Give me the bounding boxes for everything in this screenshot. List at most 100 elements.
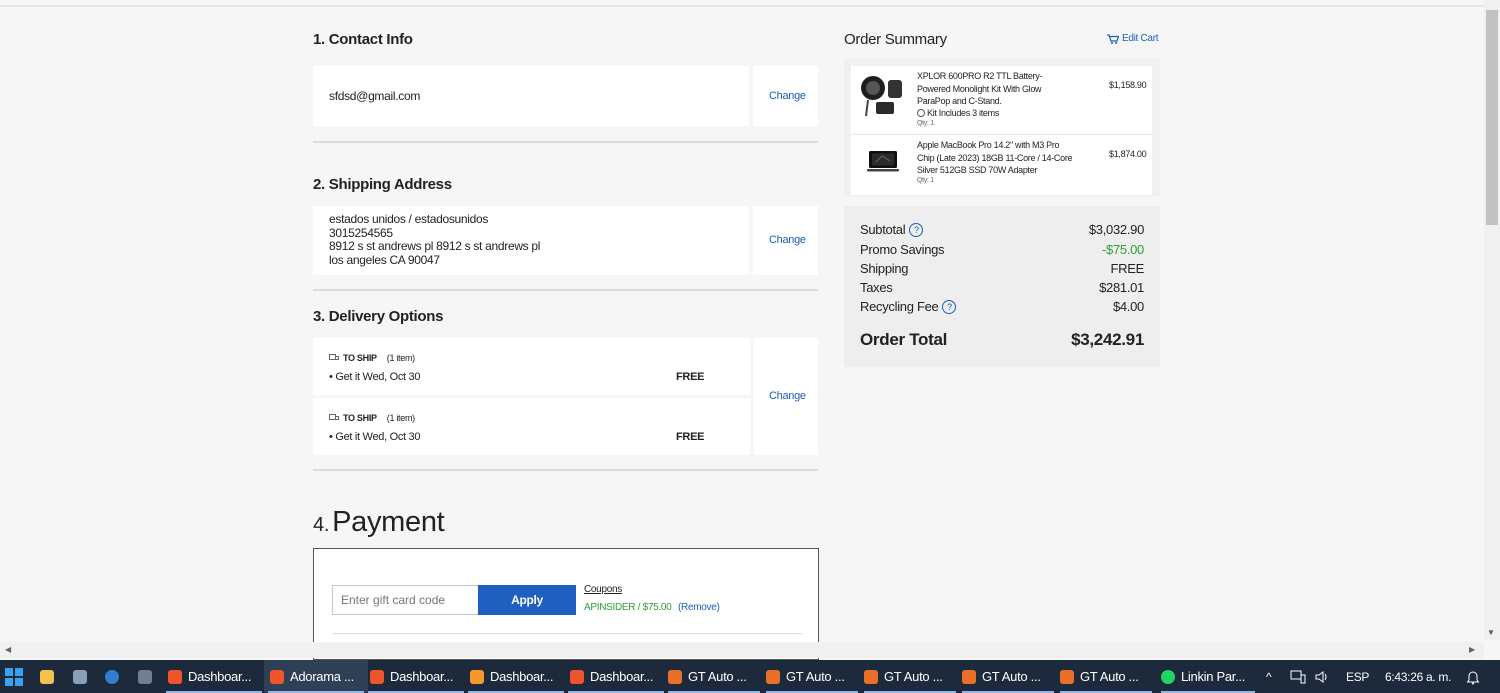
shipping-label: Shipping — [860, 261, 909, 276]
order-summary-title: Order Summary — [844, 31, 947, 48]
help-icon[interactable]: ? — [909, 223, 924, 237]
scroll-right-arrow-icon[interactable]: ▶ — [1469, 645, 1475, 654]
shipping-change-link[interactable]: Change — [769, 234, 806, 246]
taskbar-app[interactable]: GT Auto ... — [762, 660, 862, 693]
applied-coupon: APINSIDER / $75.00 — [584, 602, 672, 613]
taskbar-app-label: Dashboar... — [590, 669, 654, 684]
coupons-link[interactable]: Coupons — [584, 584, 622, 595]
shipping-section-title: 2. Shipping Address — [313, 176, 452, 193]
ship-tag-label: TO SHIP — [343, 353, 377, 363]
app-icon — [864, 669, 878, 684]
truck-icon — [329, 354, 339, 360]
file-explorer-button[interactable] — [40, 660, 54, 693]
section-divider — [313, 469, 818, 471]
contact-change-link[interactable]: Change — [769, 90, 806, 102]
network-icon[interactable] — [1290, 660, 1306, 693]
subtotal-value: $3,032.90 — [1088, 222, 1144, 237]
calculator-button[interactable] — [138, 660, 152, 693]
vertical-scrollbar-thumb[interactable] — [1486, 10, 1498, 225]
app-icon — [766, 669, 780, 684]
cart-item-name: Apple MacBook Pro 14.2" with M3 Pro Chip… — [917, 140, 1073, 175]
app-icon — [962, 669, 976, 684]
scroll-down-arrow-icon[interactable]: ▼ — [1487, 628, 1495, 637]
ship-item-count: (1 item) — [386, 353, 415, 363]
spotify-icon — [1161, 669, 1175, 684]
globe-icon — [105, 669, 119, 684]
taskbar: Dashboar... Adorama ... Dashboar... Dash… — [0, 660, 1500, 693]
address-line: estados unidos / estadosunidos — [329, 212, 489, 226]
taskbar-app-label: Dashboar... — [390, 669, 454, 684]
calculator-icon — [138, 669, 152, 684]
help-icon[interactable]: ? — [942, 300, 957, 314]
browser-button[interactable] — [105, 660, 119, 693]
payment-number: 4. — [313, 514, 330, 536]
ship-tag: TO SHIP (1 item) — [329, 413, 415, 423]
delivery-option: TO SHIP (1 item) • Get it Wed, Oct 30 FR… — [313, 338, 750, 395]
taskbar-app[interactable]: Dashboar... — [564, 660, 668, 693]
network-glyph — [1290, 670, 1306, 683]
taskbar-app-label: Adorama ... — [290, 669, 354, 684]
bell-glyph — [1466, 671, 1480, 684]
address-line: los angeles CA 90047 — [329, 252, 440, 267]
taskbar-app-label: GT Auto ... — [982, 669, 1041, 684]
taskbar-app[interactable]: Dashboar... — [364, 660, 468, 693]
brave-icon — [570, 669, 584, 684]
tray-chevron-icon[interactable]: ^ — [1266, 660, 1272, 693]
camera-icon — [73, 669, 87, 684]
taskbar-app[interactable]: GT Auto ... — [860, 660, 960, 693]
delivery-price: FREE — [676, 431, 705, 443]
order-total-label: Order Total — [860, 330, 948, 349]
taskbar-app[interactable]: GT Auto ... — [664, 660, 764, 693]
shipping-value: FREE — [1110, 261, 1145, 276]
payment-divider — [332, 633, 802, 634]
speaker-glyph — [1315, 670, 1327, 683]
taxes-label: Taxes — [860, 280, 893, 295]
taskbar-app[interactable]: Adorama ... — [264, 660, 368, 693]
notifications-icon[interactable] — [1466, 660, 1480, 693]
edit-cart-link[interactable]: Edit Cart — [1107, 33, 1159, 44]
start-button[interactable] — [5, 660, 23, 693]
subtotal-label: Subtotal — [860, 222, 906, 237]
taxes-value: $281.01 — [1099, 280, 1144, 295]
taskbar-app[interactable]: Linkin Par... — [1157, 660, 1259, 693]
scroll-left-arrow-icon[interactable]: ◀ — [5, 645, 11, 654]
system-clock[interactable]: 6:43:26 a. m. — [1385, 660, 1451, 693]
delivery-date: • Get it Wed, Oct 30 — [329, 371, 421, 383]
taskbar-app-label: Dashboar... — [188, 669, 252, 684]
remove-coupon-link[interactable]: (Remove) — [678, 602, 720, 613]
order-total-value: $3,242.91 — [1071, 330, 1144, 349]
ship-item-count: (1 item) — [386, 413, 415, 423]
windows-icon — [5, 667, 23, 686]
recycling-value: $4.00 — [1112, 299, 1144, 314]
apply-button[interactable]: Apply — [478, 585, 576, 615]
contact-card: sfdsd@gmail.com — [313, 66, 749, 126]
address-line: 8912 s st andrews pl 8912 s st andrews p… — [329, 239, 541, 253]
delivery-change-cell: Change — [754, 338, 818, 455]
contact-email: sfdsd@gmail.com — [329, 89, 421, 103]
language-indicator[interactable]: ESP — [1346, 660, 1369, 693]
shipping-change-cell: Change — [753, 206, 818, 275]
taxes-row: Taxes $281.01 — [860, 280, 1144, 295]
shipping-address-card: estados unidos / estadosunidos 301525456… — [313, 206, 749, 275]
payment-section-title: 4. Payment — [313, 506, 445, 539]
taskbar-app-label: GT Auto ... — [688, 669, 747, 684]
cart-item-qty: Qty: 1 — [917, 120, 934, 127]
delivery-date: • Get it Wed, Oct 30 — [329, 431, 421, 443]
taskbar-app[interactable]: GT Auto ... — [1056, 660, 1156, 693]
delivery-option: TO SHIP (1 item) • Get it Wed, Oct 30 FR… — [313, 398, 750, 455]
delivery-date-text: Get it Wed, Oct 30 — [335, 371, 421, 383]
horizontal-scrollbar[interactable] — [0, 642, 1484, 658]
promo-row: Promo Savings -$75.00 — [860, 242, 1144, 257]
camera-app-button[interactable] — [73, 660, 87, 693]
volume-icon[interactable] — [1315, 660, 1329, 693]
taskbar-app[interactable]: GT Auto ... — [958, 660, 1058, 693]
product-thumbnail-monolight — [861, 76, 902, 117]
delivery-price: FREE — [676, 371, 705, 383]
delivery-change-link[interactable]: Change — [769, 390, 806, 402]
kit-info: Kit Includes 3 items — [917, 108, 999, 118]
taskbar-app[interactable]: Dashboar... — [464, 660, 568, 693]
taskbar-app-label: GT Auto ... — [786, 669, 845, 684]
gift-card-input[interactable] — [332, 585, 480, 615]
taskbar-app[interactable]: Dashboar... — [162, 660, 266, 693]
contact-section-title: 1. Contact Info — [313, 31, 413, 48]
